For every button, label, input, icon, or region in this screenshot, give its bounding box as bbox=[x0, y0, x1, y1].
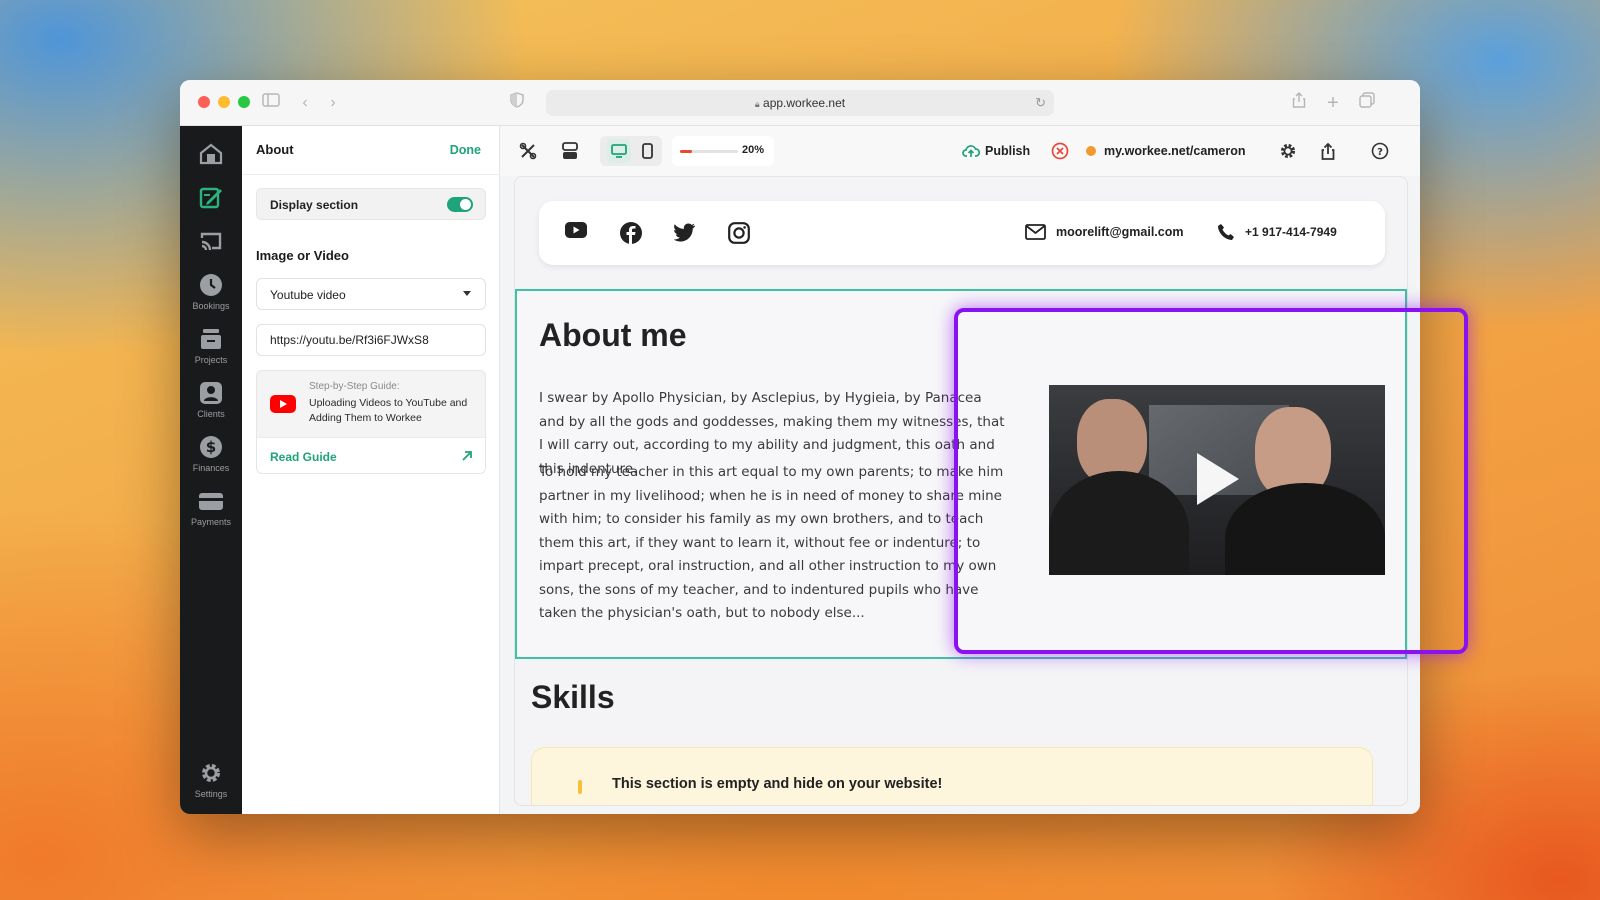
unpublish-x-icon[interactable] bbox=[1048, 139, 1072, 163]
gear-icon bbox=[202, 764, 220, 782]
card-icon bbox=[199, 493, 223, 510]
editor-toolbar: 20% Publish my.workee.net/cameron ? bbox=[500, 126, 1420, 176]
empty-section-notice: This section is empty and hide on your w… bbox=[531, 747, 1373, 805]
empty-notice-text: This section is empty and hide on your w… bbox=[612, 776, 943, 792]
about-paragraph-2: To hold my teacher in this art equal to … bbox=[539, 464, 1004, 621]
progress-track bbox=[680, 150, 738, 153]
about-heading: About me bbox=[539, 317, 687, 353]
publish-label: Publish bbox=[985, 144, 1031, 158]
person-icon bbox=[200, 382, 222, 404]
clock-icon bbox=[200, 274, 222, 296]
svg-text:?: ? bbox=[1377, 147, 1383, 158]
privacy-shield-icon[interactable] bbox=[506, 92, 528, 114]
youtube-icon bbox=[270, 395, 296, 418]
rail-item-finances[interactable]: $ Finances bbox=[180, 434, 242, 473]
display-section-row: Display section bbox=[256, 188, 486, 220]
browser-titlebar: ‹ › 🔒︎ app.workee.net ↻ + bbox=[180, 80, 1420, 126]
dollar-icon: $ bbox=[200, 436, 222, 458]
zoom-window-button[interactable] bbox=[238, 96, 250, 108]
guide-kicker: Step-by-Step Guide: bbox=[309, 381, 400, 392]
lock-icon: 🔒︎ bbox=[754, 99, 760, 109]
reload-icon[interactable]: ↻ bbox=[1035, 90, 1046, 116]
arrow-up-right-icon bbox=[461, 449, 473, 467]
sidebar-toggle-icon[interactable] bbox=[260, 92, 282, 114]
instagram-icon[interactable] bbox=[728, 222, 750, 249]
progress-fill bbox=[680, 150, 692, 153]
address-bar[interactable]: 🔒︎ app.workee.net ↻ bbox=[546, 90, 1054, 116]
app-nav-rail: Bookings Projects Clients $ Finances Pay… bbox=[180, 126, 242, 814]
done-button[interactable]: Done bbox=[450, 143, 481, 157]
focus-highlight-box bbox=[954, 308, 1468, 654]
contact-bar: moorelift@gmail.com +1 917-414-7949 bbox=[539, 201, 1385, 265]
new-tab-icon[interactable]: + bbox=[1322, 92, 1344, 114]
progress-label: 20% bbox=[742, 144, 765, 156]
svg-text:$: $ bbox=[206, 438, 216, 456]
phone-icon bbox=[1218, 224, 1234, 240]
address-text: app.workee.net bbox=[763, 96, 846, 110]
site-link[interactable]: my.workee.net/cameron bbox=[1086, 139, 1246, 163]
desktop-view-icon[interactable] bbox=[607, 139, 631, 163]
site-settings-gear-icon[interactable] bbox=[1276, 139, 1300, 163]
rail-item-settings[interactable]: Settings bbox=[180, 760, 242, 799]
phone-contact[interactable]: +1 917-414-7949 bbox=[1217, 223, 1337, 241]
email-contact[interactable]: moorelift@gmail.com bbox=[1025, 224, 1183, 240]
site-status-dot bbox=[1086, 146, 1096, 156]
tab-overview-icon[interactable] bbox=[1356, 92, 1378, 114]
skills-heading: Skills bbox=[531, 679, 615, 715]
display-section-label: Display section bbox=[270, 198, 359, 212]
export-share-icon[interactable] bbox=[1316, 139, 1340, 163]
rail-label-clients: Clients bbox=[197, 409, 225, 419]
rail-label-finances: Finances bbox=[192, 463, 230, 473]
phone-text: +1 917-414-7949 bbox=[1245, 225, 1337, 239]
cast-icon bbox=[200, 232, 222, 251]
read-guide-link[interactable]: Read Guide bbox=[270, 450, 337, 464]
guide-title: Uploading Videos to YouTube and Adding T… bbox=[309, 397, 468, 424]
facebook-icon[interactable] bbox=[620, 222, 642, 249]
share-icon[interactable] bbox=[1288, 92, 1310, 114]
help-icon[interactable]: ? bbox=[1368, 139, 1392, 163]
twitter-icon[interactable] bbox=[673, 223, 696, 247]
rail-label-payments: Payments bbox=[190, 517, 232, 527]
rail-label-bookings: Bookings bbox=[192, 301, 230, 311]
panel-title: About bbox=[256, 142, 294, 157]
rail-item-clients[interactable]: Clients bbox=[180, 380, 242, 419]
media-type-value: Youtube video bbox=[270, 288, 346, 302]
display-section-toggle[interactable] bbox=[447, 197, 473, 212]
mobile-view-icon[interactable] bbox=[635, 139, 659, 163]
edit-page-icon bbox=[199, 187, 222, 209]
chevron-down-icon bbox=[463, 291, 471, 296]
design-tools-icon[interactable] bbox=[516, 139, 540, 163]
guide-card: Step-by-Step Guide: Uploading Videos to … bbox=[256, 370, 486, 474]
rail-item-page-editor[interactable] bbox=[180, 186, 242, 213]
guide-link-bar[interactable]: Read Guide bbox=[257, 437, 485, 473]
rail-item-home[interactable] bbox=[180, 142, 242, 169]
rail-item-bookings[interactable]: Bookings bbox=[180, 272, 242, 311]
folder-icon bbox=[201, 329, 221, 349]
media-type-select[interactable]: Youtube video bbox=[256, 278, 486, 310]
video-url-input[interactable] bbox=[256, 324, 486, 356]
section-editor-panel: About Done Display section Image or Vide… bbox=[242, 126, 500, 814]
rail-item-cast[interactable] bbox=[180, 230, 242, 257]
completion-progress[interactable]: 20% bbox=[672, 136, 774, 166]
rail-item-payments[interactable]: Payments bbox=[180, 488, 242, 527]
minimize-window-button[interactable] bbox=[218, 96, 230, 108]
publish-button[interactable]: Publish bbox=[962, 139, 1030, 163]
close-window-button[interactable] bbox=[198, 96, 210, 108]
rail-label-projects: Projects bbox=[194, 355, 228, 365]
warning-icon bbox=[578, 780, 582, 794]
cloud-upload-icon bbox=[962, 145, 980, 157]
youtube-icon[interactable] bbox=[565, 222, 587, 243]
media-heading: Image or Video bbox=[256, 248, 349, 263]
forward-icon[interactable]: › bbox=[322, 92, 344, 114]
layout-sections-icon[interactable] bbox=[558, 139, 582, 163]
back-icon[interactable]: ‹ bbox=[294, 92, 316, 114]
home-icon bbox=[199, 143, 223, 165]
site-url: my.workee.net/cameron bbox=[1104, 144, 1246, 158]
rail-label-settings: Settings bbox=[194, 789, 228, 799]
email-text: moorelift@gmail.com bbox=[1056, 225, 1184, 239]
mail-icon bbox=[1025, 224, 1046, 240]
rail-item-projects[interactable]: Projects bbox=[180, 326, 242, 365]
panel-divider bbox=[242, 174, 500, 175]
